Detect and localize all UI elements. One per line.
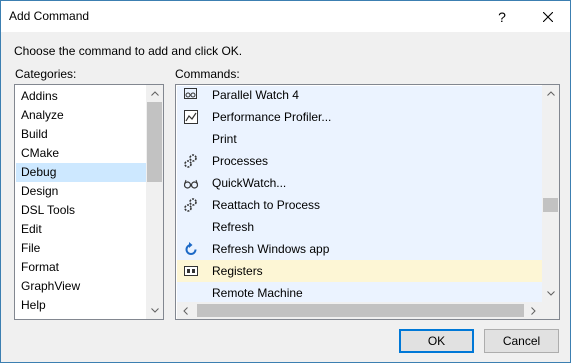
scroll-down-button[interactable] (146, 302, 163, 319)
commands-label: Commands: (175, 67, 240, 81)
commands-listbox[interactable]: Parallel Watch 4 Performance Profiler...… (175, 84, 560, 320)
question-icon: ? (498, 8, 506, 25)
category-item-selected[interactable]: Debug (16, 163, 146, 182)
chevron-up-icon (150, 91, 159, 96)
command-label: Remote Machine (212, 286, 303, 300)
window-title: Add Command (9, 9, 90, 23)
command-item[interactable]: QuickWatch... (177, 172, 542, 194)
command-item-highlighted[interactable]: Registers (177, 260, 542, 282)
scroll-down-button[interactable] (542, 285, 559, 302)
cancel-button[interactable]: Cancel (484, 329, 559, 353)
command-label: Parallel Watch 4 (212, 88, 299, 102)
command-item[interactable]: Remote Machine (177, 282, 542, 302)
categories-listbox[interactable]: Addins Analyze Build CMake Debug Design … (14, 84, 164, 320)
command-label: Registers (212, 264, 263, 278)
category-item[interactable]: CMake (16, 144, 146, 163)
close-button[interactable] (525, 1, 571, 32)
scroll-up-button[interactable] (146, 85, 163, 102)
title-bar: Add Command ? (1, 1, 570, 32)
commands-horizontal-scrollbar[interactable] (177, 302, 542, 319)
category-item[interactable]: Design (16, 182, 146, 201)
command-label: Print (212, 132, 237, 146)
add-command-dialog: Add Command ? Choose the command to add … (0, 0, 571, 363)
scroll-thumb[interactable] (197, 304, 524, 317)
command-item[interactable]: Processes (177, 150, 542, 172)
category-item[interactable]: DSL Tools (16, 201, 146, 220)
command-item[interactable]: Refresh (177, 216, 542, 238)
chevron-right-icon (531, 306, 536, 315)
scrollbar-corner (542, 302, 559, 319)
chevron-down-icon (546, 291, 555, 296)
processes-gears-icon (183, 153, 199, 169)
command-item[interactable]: Reattach to Process (177, 194, 542, 216)
command-label: Reattach to Process (212, 198, 321, 212)
instruction-text: Choose the command to add and click OK. (14, 44, 243, 58)
refresh-icon (183, 241, 199, 257)
chevron-up-icon (546, 91, 555, 96)
scroll-thumb[interactable] (147, 102, 162, 182)
command-label: QuickWatch... (212, 176, 287, 190)
category-item[interactable]: Addins (16, 87, 146, 106)
command-label: Refresh Windows app (212, 242, 330, 256)
command-item[interactable]: Refresh Windows app (177, 238, 542, 260)
command-item[interactable]: Parallel Watch 4 (177, 86, 542, 106)
help-button[interactable]: ? (479, 1, 525, 32)
command-label: Refresh (212, 220, 255, 234)
performance-profiler-icon (183, 109, 199, 125)
category-item[interactable]: Format (16, 258, 146, 277)
parallel-watch-icon (183, 87, 199, 103)
command-label: Processes (212, 154, 269, 168)
command-label: Performance Profiler... (212, 110, 332, 124)
chevron-down-icon (150, 308, 159, 313)
commands-vertical-scrollbar[interactable] (542, 85, 559, 302)
scroll-left-button[interactable] (177, 302, 194, 319)
command-item[interactable]: Print (177, 128, 542, 150)
glasses-icon (183, 175, 199, 191)
close-icon (543, 11, 553, 22)
category-item[interactable]: Build (16, 125, 146, 144)
category-item[interactable]: Help (16, 296, 146, 315)
ok-button[interactable]: OK (399, 329, 474, 353)
registers-icon (183, 263, 199, 279)
category-item[interactable]: File (16, 239, 146, 258)
categories-scrollbar[interactable] (146, 85, 163, 319)
scroll-thumb[interactable] (543, 198, 558, 212)
category-item[interactable]: Edit (16, 220, 146, 239)
commands-list-area: Parallel Watch 4 Performance Profiler...… (177, 86, 542, 302)
scroll-up-button[interactable] (542, 85, 559, 102)
scroll-right-button[interactable] (525, 302, 542, 319)
categories-label: Categories: (15, 67, 77, 81)
chevron-left-icon (183, 306, 188, 315)
reattach-gears-icon (183, 197, 199, 213)
category-item[interactable]: Analyze (16, 106, 146, 125)
category-item[interactable]: GraphView (16, 277, 146, 296)
command-item[interactable]: Performance Profiler... (177, 106, 542, 128)
